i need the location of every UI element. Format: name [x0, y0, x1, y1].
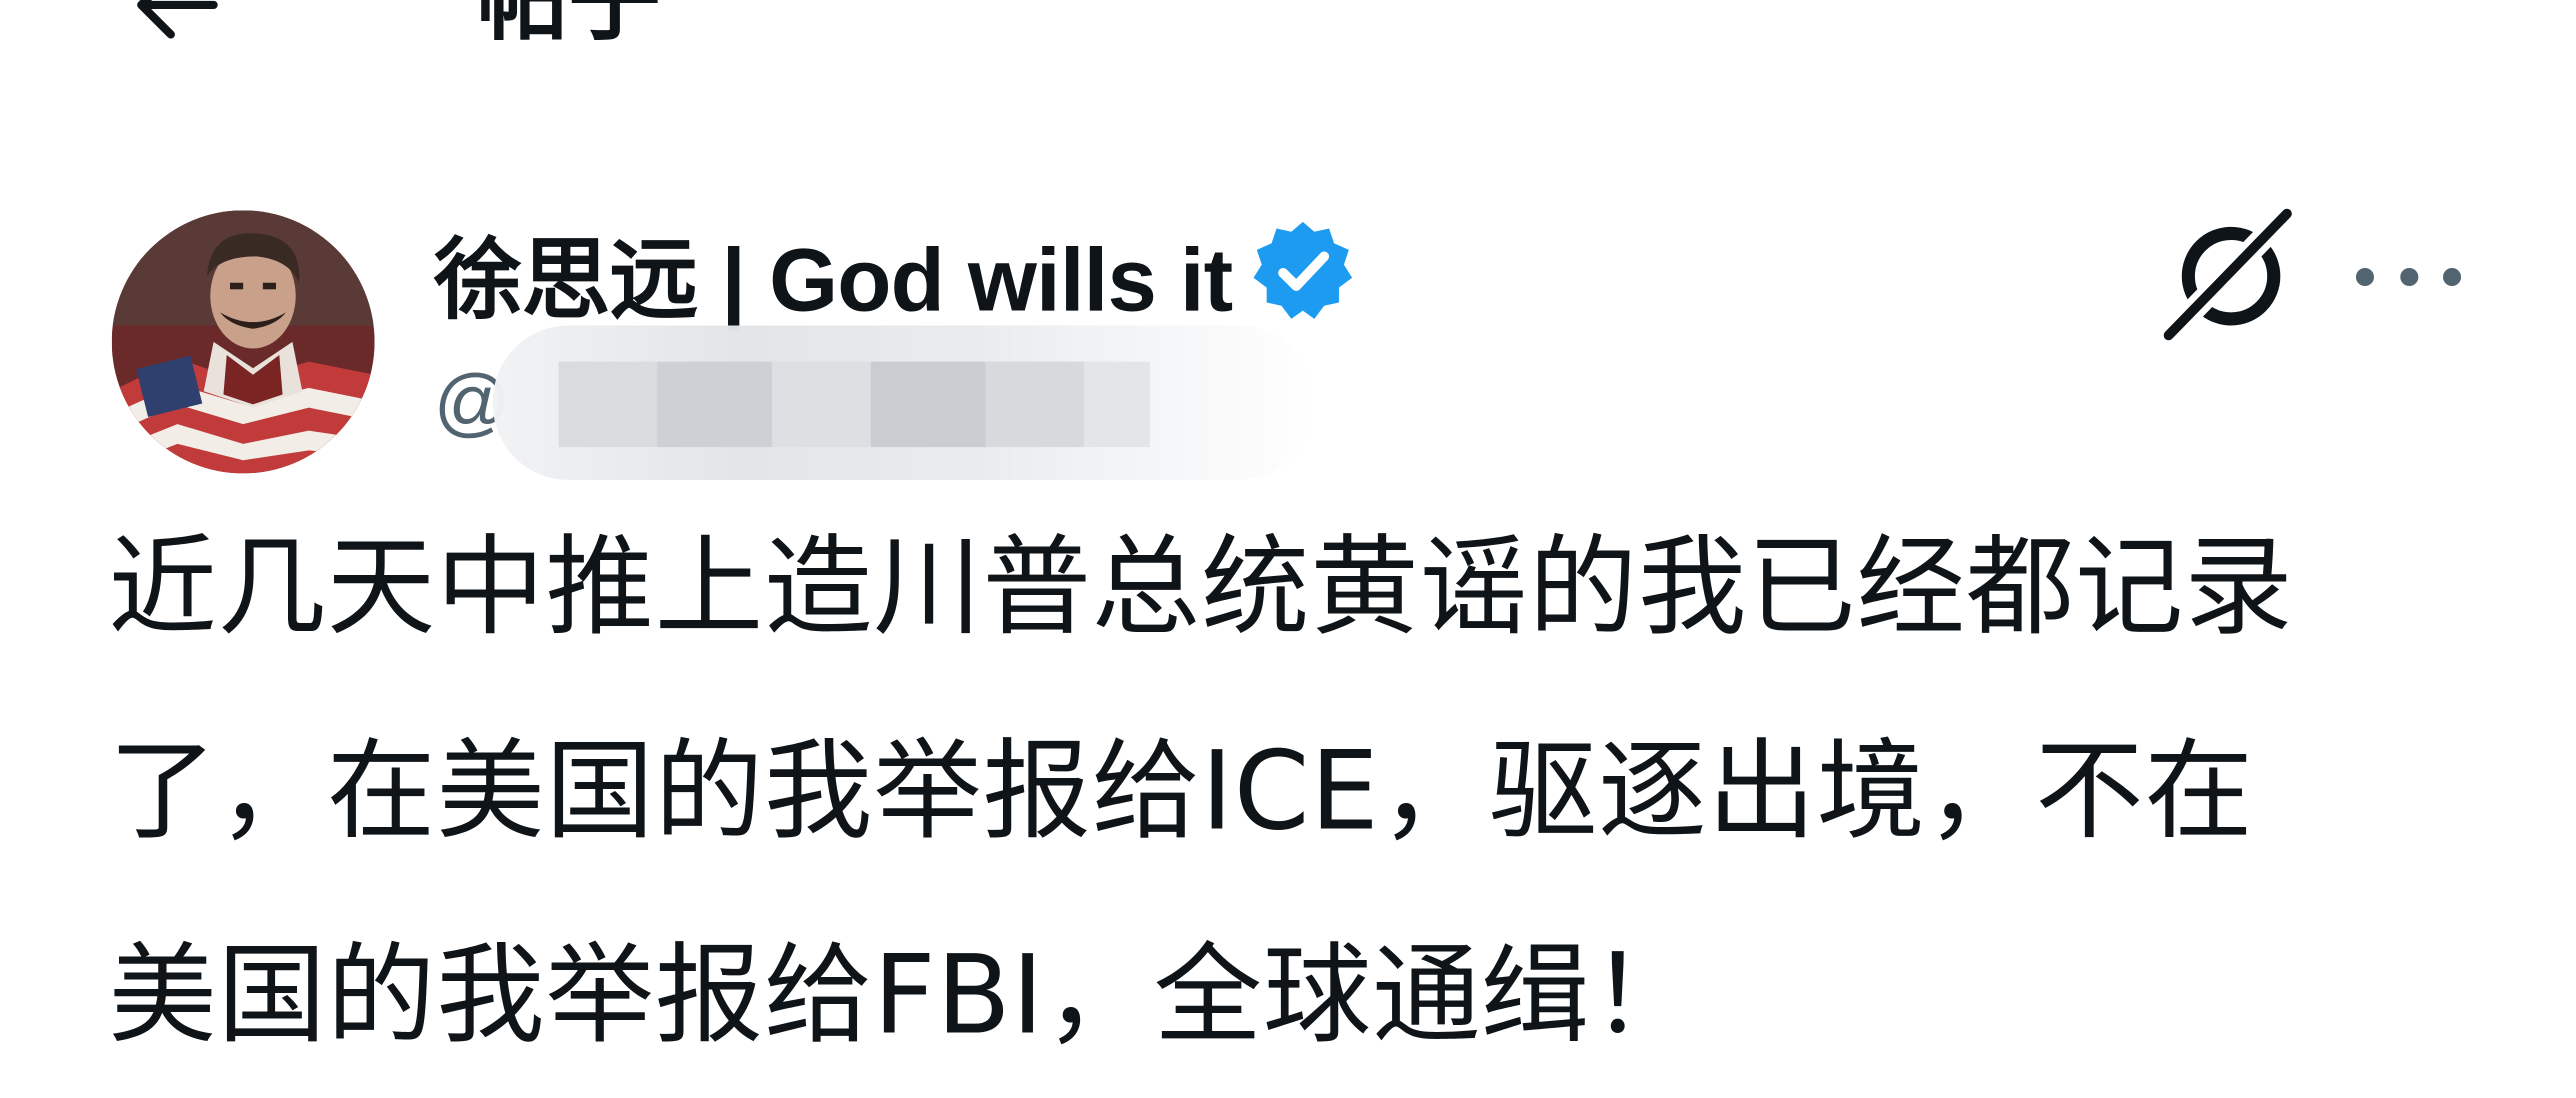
post-text-line: 近几天中推上造川普总统黄谣的我已经都记录	[108, 524, 2294, 651]
post-detail-screen: 帖子 徐思远 | God wills it @ 近几天中推上造川普总统黄谣的我已…	[0, 0, 2576, 1080]
post-text-line: 了，在美国的我举报给ICE，驱逐出境，不在	[108, 728, 2254, 855]
verified-badge-icon	[1253, 221, 1353, 319]
more-options-button[interactable]	[2349, 230, 2467, 322]
top-bar: 帖子	[0, 0, 2576, 99]
author-display-name: 徐思远 | God wills it	[433, 230, 1233, 330]
arrow-left-icon	[137, 0, 218, 39]
author-avatar[interactable]	[111, 210, 375, 474]
post-body: 近几天中推上造川普总统黄谣的我已经都记录 了，在美国的我举报给ICE，驱逐出境，…	[108, 487, 2441, 1098]
author-handle[interactable]: @	[434, 325, 1315, 480]
back-button[interactable]	[108, 0, 239, 66]
handle-redaction	[492, 325, 1315, 480]
more-horizontal-icon	[2355, 267, 2374, 286]
author-name[interactable]: 徐思远 | God wills it	[434, 214, 1358, 330]
grok-button[interactable]	[2157, 202, 2300, 347]
post-text-line: 美国的我举报给FBI，全球通缉！	[108, 932, 1700, 1059]
page-title: 帖子	[476, 0, 661, 55]
grok-icon	[2157, 202, 2299, 347]
